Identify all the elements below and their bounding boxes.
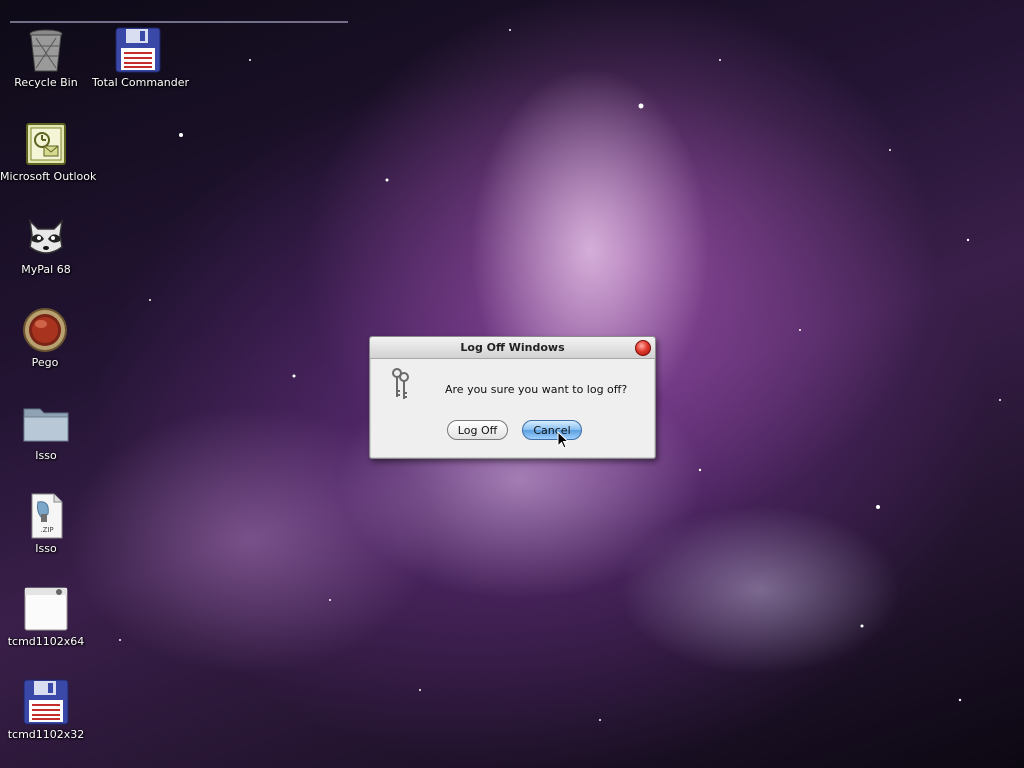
recycle-bin-icon	[29, 29, 63, 72]
floppy-disk-icon	[23, 679, 69, 725]
desktop-icon-recycle-bin[interactable]: Recycle Bin	[0, 26, 92, 89]
dialog-title-bar[interactable]: Log Off Windows	[370, 337, 655, 359]
desktop-icon-tcmd1102x64[interactable]: tcmd1102x64	[0, 585, 92, 648]
desktop-icon-isso-folder[interactable]: Isso	[0, 399, 92, 462]
outlook-icon	[26, 123, 66, 165]
dialog-message: Are you sure you want to log off?	[445, 383, 628, 396]
desktop-icon-isso-zip[interactable]: .ZIP Isso	[0, 492, 92, 555]
log-off-button[interactable]: Log Off	[447, 420, 508, 440]
zip-file-icon: .ZIP	[31, 493, 63, 539]
desktop-icon-label: MyPal 68	[21, 263, 71, 276]
desktop-icon-pego[interactable]: Pego	[0, 306, 91, 369]
desktop-icon-label: Isso	[35, 542, 57, 555]
keys-icon	[392, 368, 409, 399]
folder-icon	[23, 408, 69, 442]
desktop-icon-label: Total Commander	[92, 76, 190, 89]
svg-text:.ZIP: .ZIP	[40, 526, 53, 534]
pego-orb-icon	[23, 308, 67, 352]
close-button[interactable]	[635, 340, 651, 356]
desktop-icon-label: Recycle Bin	[14, 76, 78, 89]
desktop-icon-label: tcmd1102x32	[7, 728, 85, 741]
desktop-icon-total-commander[interactable]: Total Commander	[92, 26, 190, 89]
log-off-dialog: Log Off Windows Are you sure you want to…	[369, 336, 656, 459]
desktop-icon-label: Isso	[35, 449, 57, 462]
floppy-disk-icon	[115, 27, 161, 73]
cancel-button[interactable]: Cancel	[522, 420, 582, 440]
desktop-icon-microsoft-outlook[interactable]: Microsoft Outlook	[0, 120, 97, 183]
desktop-icon-tcmd1102x32[interactable]: tcmd1102x32	[0, 678, 92, 741]
desktop-icon-label: tcmd1102x64	[7, 635, 85, 648]
desktop-top-divider	[10, 21, 348, 23]
dialog-title: Log Off Windows	[460, 341, 565, 354]
desktop-icon-mypal[interactable]: MyPal 68	[0, 213, 92, 276]
desktop-icon-label: Microsoft Outlook	[0, 170, 97, 183]
raccoon-icon	[28, 218, 64, 254]
desktop-icon-label: Pego	[31, 356, 59, 369]
installer-window-icon	[24, 587, 68, 631]
